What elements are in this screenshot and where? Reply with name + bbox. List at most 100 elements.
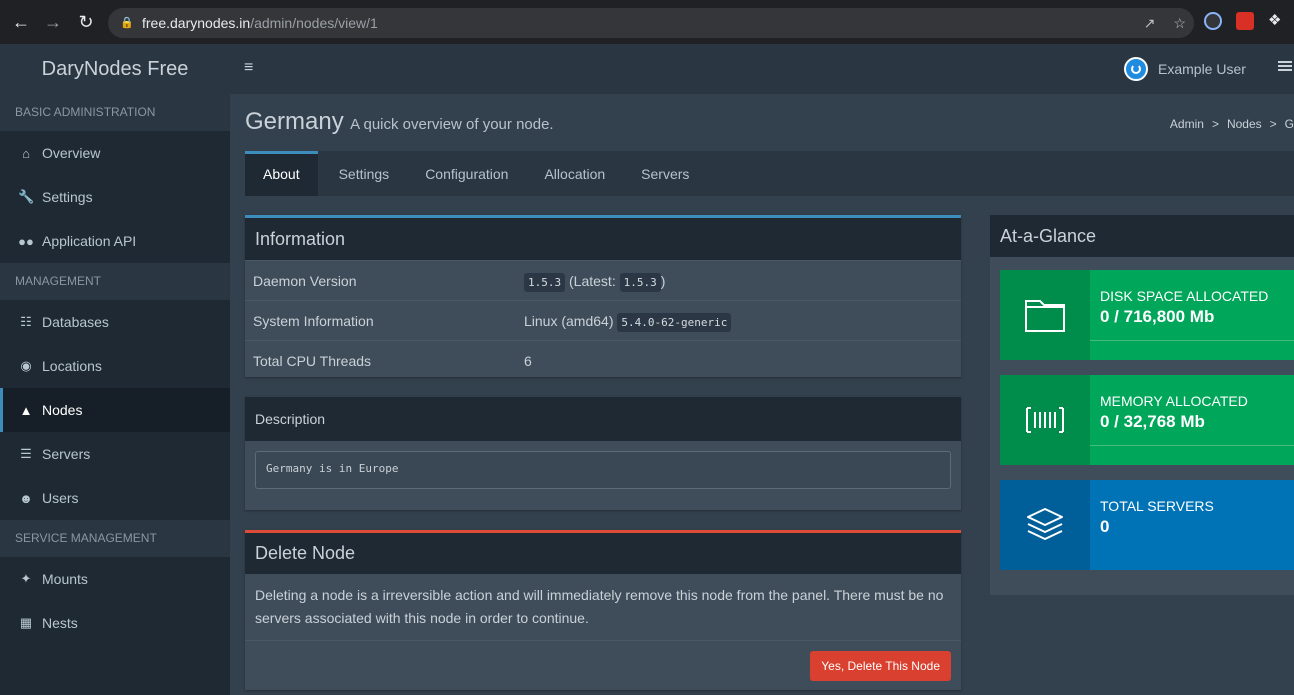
back-icon[interactable]: ← (6, 7, 36, 37)
sidebar-item-settings[interactable]: 🔧 Settings (0, 175, 230, 219)
sidebar-item-servers[interactable]: ☰ Servers (0, 432, 230, 476)
extension-red-icon[interactable] (1236, 12, 1254, 30)
sidebar-item-application-api[interactable]: ●● Application API (0, 219, 230, 263)
globe-icon: ◉ (20, 358, 32, 373)
stat-total-servers: TOTAL SERVERS 0 (1000, 480, 1294, 570)
sidebar-item-nests[interactable]: ▦ Nests (0, 601, 230, 645)
delete-node-footer: Yes, Delete This Node (245, 640, 961, 690)
description-box: Description Germany is in Europe (245, 397, 961, 510)
folder-icon (1000, 270, 1090, 360)
info-row-daemon: Daemon Version 1.5.3 (Latest: 1.5.3) (245, 260, 961, 300)
reload-icon[interactable]: ↻ (71, 7, 101, 37)
delete-node-button[interactable]: Yes, Delete This Node (810, 651, 951, 681)
url-path: /admin/nodes/view/1 (250, 15, 378, 31)
delete-node-text: Deleting a node is a irreversible action… (255, 587, 944, 626)
stat-progress (1090, 340, 1294, 360)
stat-value: 0 / 32,768 Mb (1100, 412, 1205, 431)
sidebar: BASIC ADMINISTRATION ⌂ Overview 🔧 Settings… (0, 94, 230, 695)
kernel-version: 5.4.0-62-generic (617, 312, 732, 332)
tab-allocation[interactable]: Allocation (526, 151, 623, 196)
stat-memory: MEMORY ALLOCATED 0 / 32,768 Mb (1000, 375, 1294, 465)
browser-toolbar: ← → ↻ 🔒 free.darynodes.in/admin/nodes/vi… (0, 0, 1294, 44)
stat-value: 0 / 716,800 Mb (1100, 307, 1215, 326)
breadcrumb: Admin > Nodes > G (1170, 117, 1294, 131)
breadcrumb-admin[interactable]: Admin (1170, 117, 1204, 131)
info-row-system: System Information Linux (amd64) 5.4.0-6… (245, 300, 961, 340)
users-icon: ☻ (19, 490, 33, 506)
sidebar-item-label: Nests (42, 615, 78, 631)
sidebar-item-nodes[interactable]: ▲ Nodes (0, 388, 230, 432)
avatar (1124, 57, 1148, 81)
share-icon[interactable]: ↗ (1144, 15, 1156, 32)
info-key: Total CPU Threads (253, 352, 372, 369)
puzzle-icon[interactable]: ❖ (1268, 12, 1286, 30)
tab-servers[interactable]: Servers (623, 151, 707, 196)
breadcrumb-separator: > (1211, 117, 1219, 131)
hamburger-icon[interactable]: ≡ (244, 60, 258, 76)
forward-icon[interactable]: → (38, 7, 68, 37)
sidebar-section-header: BASIC ADMINISTRATION (0, 94, 230, 131)
tab-settings[interactable]: Settings (321, 151, 408, 196)
database-icon: ☷ (20, 314, 32, 329)
url-domain: free.darynodes.in (142, 15, 251, 31)
magic-icon: ✦ (20, 571, 32, 586)
user-menu[interactable]: Example User (1124, 57, 1246, 81)
sidebar-item-label: Locations (42, 358, 102, 374)
at-a-glance-box: At-a-Glance DISK SPACE ALLOCATED 0 / 716… (990, 215, 1294, 595)
page-subtitle: A quick overview of your node. (350, 116, 554, 133)
brand-logo[interactable]: DaryNodes Free (0, 44, 230, 94)
sidebar-item-label: Nodes (42, 402, 83, 418)
user-name: Example User (1158, 61, 1246, 77)
sidebar-item-label: Servers (42, 446, 91, 462)
sidebar-item-label: Settings (42, 189, 93, 205)
tab-bar: About Settings Configuration Allocation … (245, 151, 1294, 196)
stat-value: 0 (1100, 517, 1110, 536)
sidebar-section-header: SERVICE MANAGEMENT (0, 520, 230, 557)
stat-label: TOTAL SERVERS (1100, 498, 1214, 514)
paren: ) (660, 272, 666, 289)
sitemap-icon: ▲ (19, 402, 33, 418)
menu-list-icon[interactable] (1278, 61, 1292, 75)
sidebar-item-label: Overview (42, 145, 101, 161)
address-bar[interactable]: 🔒 free.darynodes.in/admin/nodes/view/1 ↗… (108, 8, 1194, 38)
description-title: Description (245, 397, 961, 441)
stat-disk-space: DISK SPACE ALLOCATED 0 / 716,800 Mb (1000, 270, 1294, 360)
cpu-threads: 6 (524, 352, 532, 369)
information-box: Information Daemon Version 1.5.3 (Latest… (245, 215, 961, 377)
layers-icon (1000, 480, 1090, 570)
sidebar-item-label: Users (42, 490, 79, 506)
wrench-icon: 🔧 (18, 189, 35, 204)
daemon-version: 1.5.3 (524, 272, 566, 292)
breadcrumb-nodes[interactable]: Nodes (1227, 117, 1262, 131)
sidebar-item-label: Application API (42, 233, 137, 249)
sidebar-section-header: MANAGEMENT (0, 263, 230, 300)
extension-icon[interactable] (1204, 12, 1222, 30)
sidebar-item-databases[interactable]: ☷ Databases (0, 300, 230, 344)
delete-node-box: Delete Node Deleting a node is a irrever… (245, 530, 961, 690)
info-key: Daemon Version (253, 272, 357, 289)
description-field[interactable]: Germany is in Europe (255, 451, 951, 489)
sidebar-item-users[interactable]: ☻ Users (0, 476, 230, 520)
home-icon: ⌂ (22, 145, 30, 161)
stat-label: DISK SPACE ALLOCATED (1100, 288, 1269, 304)
grid-icon: ▦ (19, 615, 33, 630)
info-key: System Information (253, 312, 374, 329)
gamepad-icon: ●● (18, 233, 34, 249)
delete-node-title: Delete Node (245, 533, 961, 574)
sidebar-item-label: Mounts (42, 571, 88, 587)
stat-label: MEMORY ALLOCATED (1100, 393, 1248, 409)
sidebar-item-locations[interactable]: ◉ Locations (0, 344, 230, 388)
star-icon[interactable]: ☆ (1173, 15, 1186, 32)
breadcrumb-separator: > (1269, 117, 1277, 131)
sidebar-item-overview[interactable]: ⌂ Overview (0, 131, 230, 175)
sidebar-item-label: Databases (42, 314, 109, 330)
latest-label: (Latest: (569, 272, 616, 289)
breadcrumb-current: G (1284, 117, 1294, 131)
tab-about[interactable]: About (245, 151, 318, 196)
page-title: Germany A quick overview of your node. (245, 108, 554, 136)
stat-progress (1090, 445, 1294, 465)
tab-configuration[interactable]: Configuration (407, 151, 526, 196)
sidebar-item-mounts[interactable]: ✦ Mounts (0, 557, 230, 601)
server-icon: ☰ (20, 446, 32, 461)
at-a-glance-title: At-a-Glance (990, 215, 1294, 257)
